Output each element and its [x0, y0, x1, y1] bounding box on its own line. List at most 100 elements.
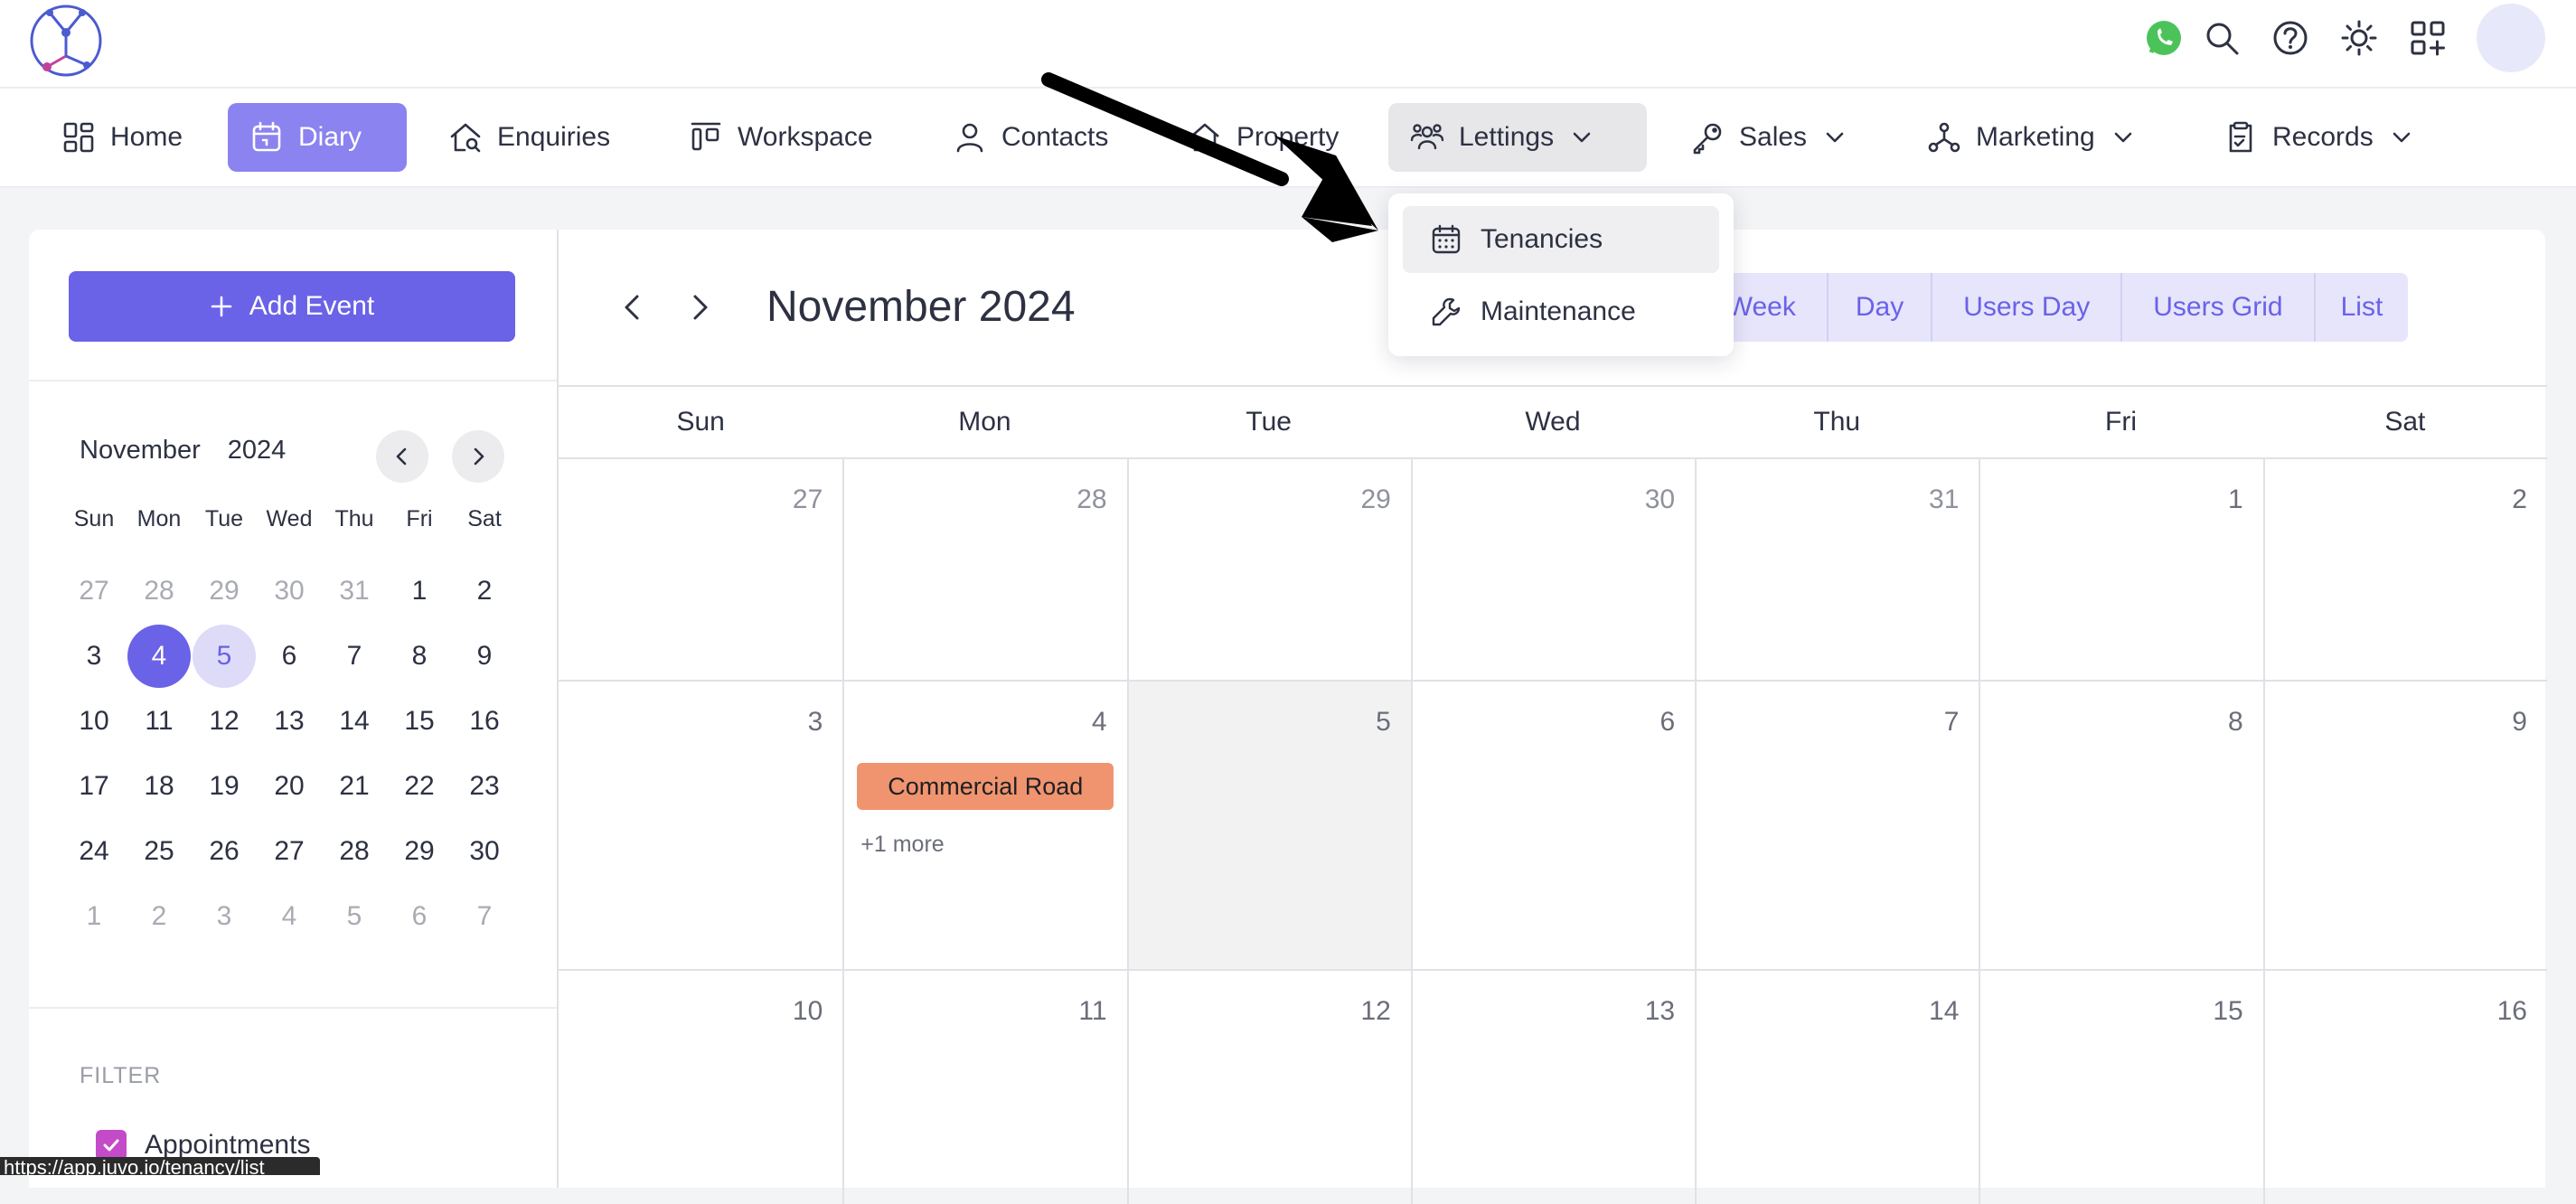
mini-day[interactable]: 21 [322, 754, 387, 819]
month-calendar: November 2024 n Week Day Users Day Users… [557, 230, 2547, 1204]
app-logo-icon[interactable] [27, 2, 105, 78]
mini-day[interactable]: 27 [257, 819, 322, 884]
view-users-grid-button[interactable]: Users Grid [2120, 273, 2313, 342]
day-number: 1 [2228, 484, 2243, 514]
nav-contacts[interactable]: Contacts [931, 103, 1130, 172]
divider [29, 380, 557, 381]
view-day-button[interactable]: Day [1826, 273, 1931, 342]
mini-day[interactable]: 26 [192, 819, 257, 884]
day-cell[interactable]: 28 [842, 459, 1126, 680]
mini-day[interactable]: 29 [387, 819, 452, 884]
mini-day[interactable]: 14 [322, 689, 387, 754]
mini-day[interactable]: 6 [257, 624, 322, 689]
mini-day[interactable]: 30 [452, 819, 517, 884]
add-event-button[interactable]: Add Event [69, 271, 515, 342]
day-cell[interactable]: 15 [1979, 971, 2262, 1204]
nav-diary[interactable]: Diary [228, 103, 407, 172]
day-cell[interactable]: 11 [842, 971, 1126, 1204]
mini-day[interactable]: 5 [322, 884, 387, 949]
nav-marketing[interactable]: Marketing [1905, 103, 2157, 172]
day-cell[interactable]: 1 [1979, 459, 2262, 680]
day-cell[interactable]: 30 [1410, 459, 1695, 680]
nav-records[interactable]: Records [2202, 103, 2435, 172]
mini-day[interactable]: 13 [257, 689, 322, 754]
mini-day[interactable]: 19 [192, 754, 257, 819]
apps-grid-icon[interactable] [2408, 18, 2448, 58]
mini-day-number: 5 [193, 625, 256, 688]
mini-day[interactable]: 6 [387, 884, 452, 949]
mini-prev-month-button[interactable] [376, 430, 428, 483]
appointments-checkbox[interactable] [96, 1130, 127, 1161]
mini-day-number: 13 [274, 706, 305, 736]
mini-day[interactable]: 2 [127, 884, 192, 949]
nav-property[interactable]: Property [1166, 103, 1360, 172]
mini-day[interactable]: 17 [61, 754, 127, 819]
mini-day[interactable]: 1 [387, 559, 452, 624]
nav-enquiries[interactable]: Enquiries [427, 103, 632, 172]
mini-day-selected[interactable]: 4 [127, 624, 192, 689]
menu-item-maintenance[interactable]: Maintenance [1403, 278, 1719, 345]
mini-day[interactable]: 28 [322, 819, 387, 884]
mini-day[interactable]: 24 [61, 819, 127, 884]
day-cell[interactable]: 6 [1410, 682, 1695, 969]
mini-day[interactable]: 8 [387, 624, 452, 689]
day-cell[interactable]: 3 [559, 682, 842, 969]
day-cell[interactable]: 16 [2262, 971, 2547, 1204]
nav-sales[interactable]: Sales [1669, 103, 1868, 172]
day-cell[interactable]: 10 [559, 971, 842, 1204]
mini-day[interactable]: 20 [257, 754, 322, 819]
mini-day[interactable]: 15 [387, 689, 452, 754]
mini-day[interactable]: 12 [192, 689, 257, 754]
day-cell[interactable]: 14 [1695, 971, 1979, 1204]
view-users-day-button[interactable]: Users Day [1931, 273, 2120, 342]
mini-day[interactable]: 1 [61, 884, 127, 949]
view-list-button[interactable]: List [2313, 273, 2409, 342]
day-cell[interactable]: 29 [1126, 459, 1411, 680]
mini-next-month-button[interactable] [452, 430, 504, 483]
mini-day[interactable]: 29 [192, 559, 257, 624]
more-events-link[interactable]: +1 more [860, 832, 944, 858]
mini-day[interactable]: 11 [127, 689, 192, 754]
mini-day[interactable]: 16 [452, 689, 517, 754]
day-cell[interactable]: 8 [1979, 682, 2262, 969]
event-chip[interactable]: Commercial Road [857, 763, 1114, 810]
help-icon[interactable] [2270, 18, 2310, 58]
mini-day[interactable]: 9 [452, 624, 517, 689]
day-cell-today[interactable]: 5 [1126, 682, 1411, 969]
mini-day[interactable]: 2 [452, 559, 517, 624]
mini-day[interactable]: 25 [127, 819, 192, 884]
mini-day[interactable]: 27 [61, 559, 127, 624]
theme-toggle-icon[interactable] [2339, 18, 2379, 58]
filter-appointments[interactable]: Appointments [96, 1130, 310, 1161]
nav-lettings[interactable]: Lettings [1388, 103, 1647, 172]
next-month-button[interactable] [682, 289, 718, 325]
mini-day[interactable]: 7 [452, 884, 517, 949]
mini-day[interactable]: 7 [322, 624, 387, 689]
day-cell[interactable]: 4 Commercial Road +1 more [842, 682, 1126, 969]
day-cell[interactable]: 12 [1126, 971, 1411, 1204]
day-cell[interactable]: 13 [1410, 971, 1695, 1204]
menu-item-tenancies[interactable]: Tenancies [1403, 206, 1719, 273]
day-cell[interactable]: 9 [2262, 682, 2547, 969]
mini-day[interactable]: 22 [387, 754, 452, 819]
mini-day-today[interactable]: 5 [192, 624, 257, 689]
mini-day[interactable]: 30 [257, 559, 322, 624]
mini-day[interactable]: 3 [61, 624, 127, 689]
search-icon[interactable] [2202, 18, 2242, 58]
nav-workspace[interactable]: Workspace [667, 103, 895, 172]
mini-day[interactable]: 4 [257, 884, 322, 949]
day-cell[interactable]: 31 [1695, 459, 1979, 680]
mini-day[interactable]: 31 [322, 559, 387, 624]
whatsapp-icon[interactable] [2144, 18, 2184, 58]
mini-day[interactable]: 18 [127, 754, 192, 819]
day-cell[interactable]: 7 [1695, 682, 1979, 969]
mini-day[interactable]: 28 [127, 559, 192, 624]
day-cell[interactable]: 2 [2262, 459, 2547, 680]
mini-day[interactable]: 23 [452, 754, 517, 819]
mini-day[interactable]: 3 [192, 884, 257, 949]
user-avatar[interactable] [2477, 4, 2545, 72]
prev-month-button[interactable] [615, 289, 651, 325]
mini-day[interactable]: 10 [61, 689, 127, 754]
day-cell[interactable]: 27 [559, 459, 842, 680]
nav-home[interactable]: Home [40, 103, 204, 172]
